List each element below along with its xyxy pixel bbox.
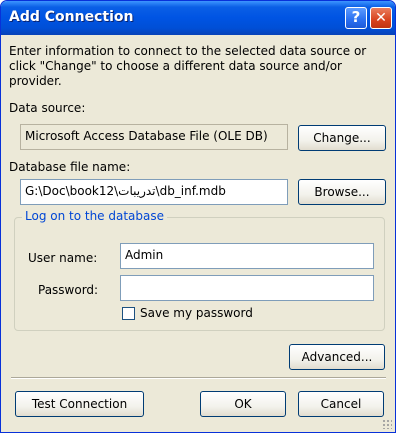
browse-button[interactable]: Browse... — [298, 179, 386, 205]
password-input[interactable] — [120, 275, 374, 301]
intro-line-2: click "Change" to choose a different dat… — [9, 59, 342, 73]
add-connection-dialog: Add Connection ? ✕ Enter information to … — [0, 0, 396, 433]
intro-text: Enter information to connect to the sele… — [9, 44, 389, 89]
test-connection-button[interactable]: Test Connection — [15, 391, 144, 417]
advanced-button[interactable]: Advanced... — [289, 344, 385, 370]
username-input[interactable]: Admin — [120, 243, 374, 269]
change-button[interactable]: Change... — [298, 125, 386, 151]
intro-line-3: provider. — [9, 74, 62, 88]
close-icon[interactable]: ✕ — [370, 7, 392, 29]
data-source-label: Data source: — [9, 101, 86, 115]
intro-line-1: Enter information to connect to the sele… — [9, 44, 367, 58]
username-label: User name: — [28, 251, 98, 265]
save-password-checkbox[interactable] — [122, 307, 135, 320]
ok-button[interactable]: OK — [200, 391, 286, 417]
database-file-input[interactable]: G:\Doc\book12\تدريبات\db_inf.mdb — [20, 179, 288, 205]
separator — [11, 377, 386, 379]
window-title: Add Connection — [9, 9, 134, 25]
save-password-label[interactable]: Save my password — [140, 306, 253, 320]
cancel-button[interactable]: Cancel — [298, 391, 384, 417]
password-label: Password: — [38, 283, 99, 297]
database-file-label: Database file name: — [9, 160, 131, 174]
logon-group-title: Log on to the database — [22, 209, 168, 223]
resize-grip-icon[interactable] — [382, 419, 392, 429]
data-source-field: Microsoft Access Database File (OLE DB) — [20, 124, 288, 150]
help-icon[interactable]: ? — [345, 7, 367, 29]
title-bar[interactable]: Add Connection ? ✕ — [1, 1, 395, 35]
